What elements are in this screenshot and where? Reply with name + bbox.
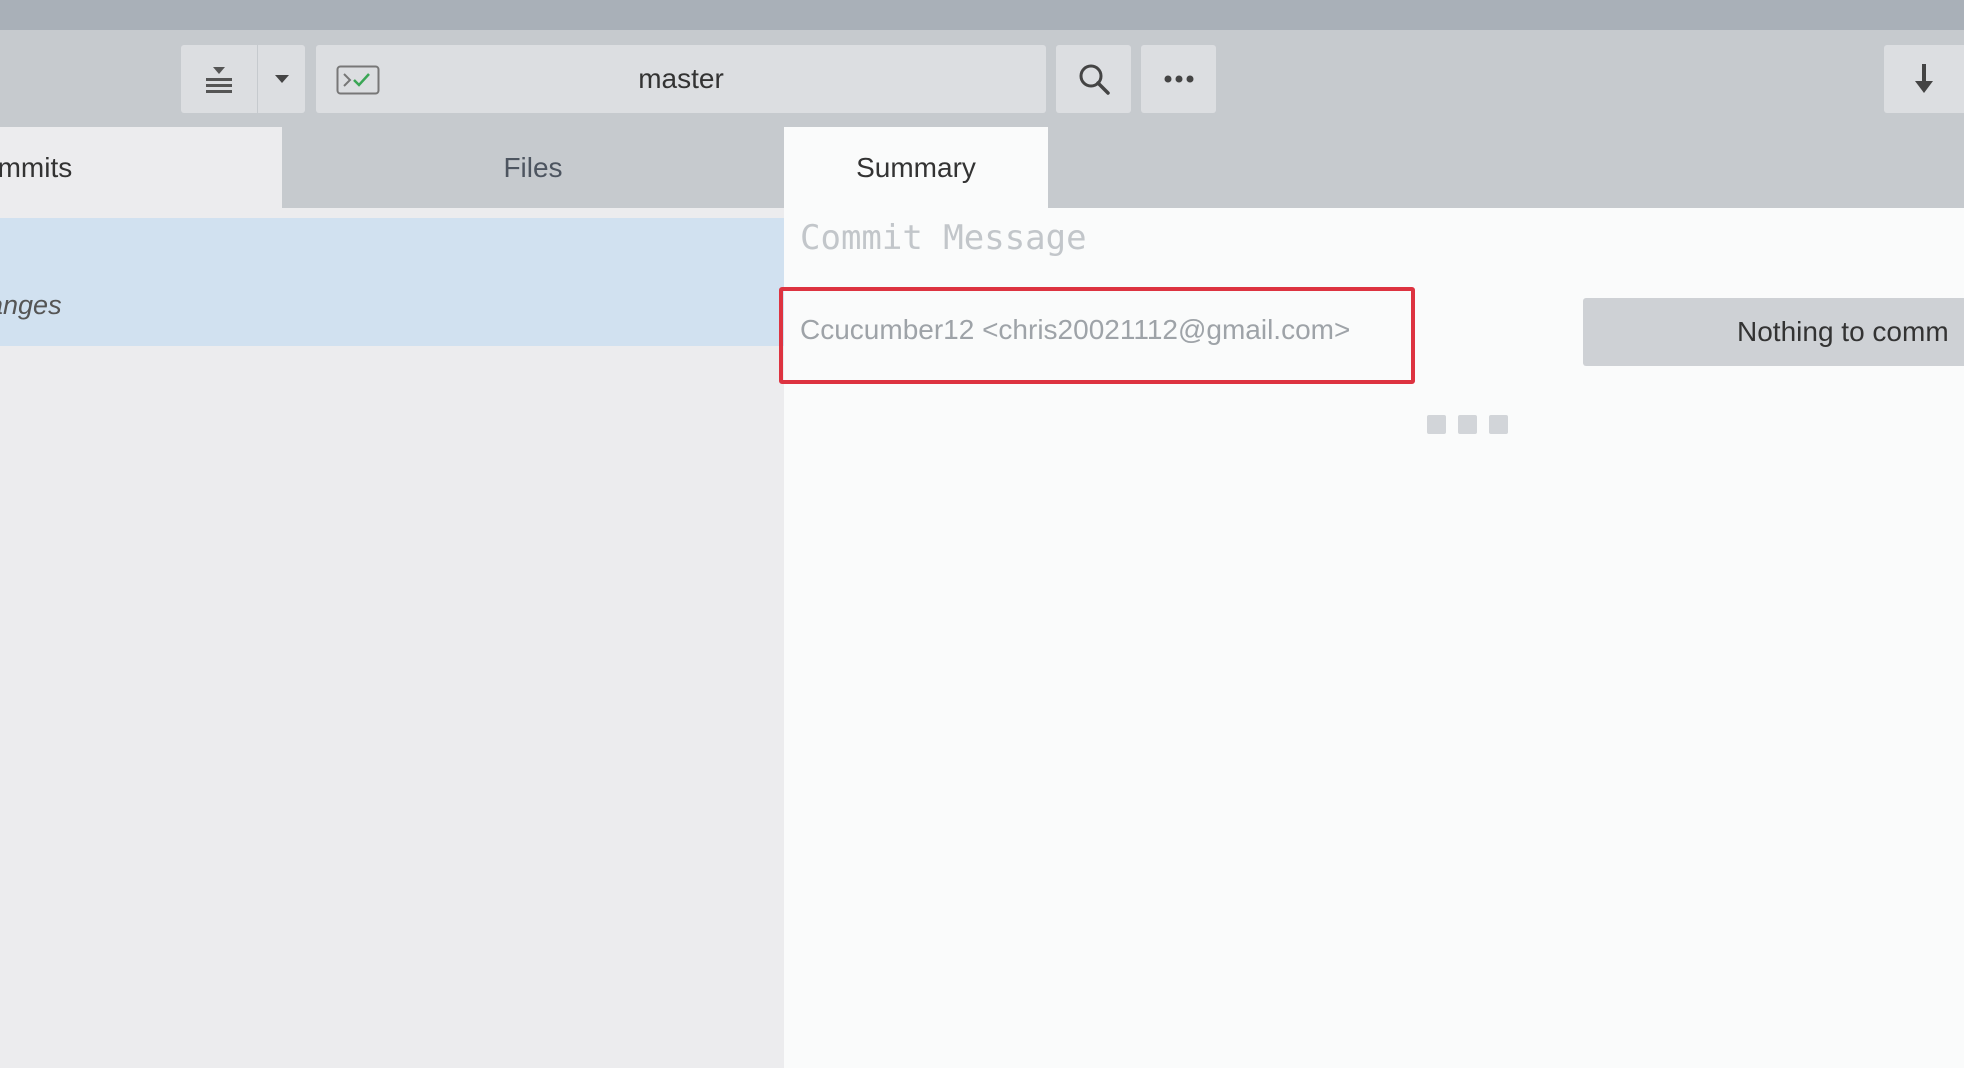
tab-files-label: Files bbox=[503, 151, 563, 183]
commit-button-label: Nothing to comm bbox=[1737, 316, 1949, 347]
loading-indicator bbox=[1427, 415, 1508, 434]
list-item-subtitle: anges bbox=[0, 290, 62, 320]
arrow-down-icon bbox=[1915, 64, 1933, 93]
toolbar: master bbox=[0, 30, 1964, 127]
tab-summary[interactable]: Summary bbox=[784, 127, 1048, 208]
search-button[interactable] bbox=[1056, 45, 1131, 113]
commit-button[interactable]: Nothing to comm bbox=[1583, 298, 1964, 366]
more-icon bbox=[1164, 75, 1193, 83]
commit-button-wrap: Nothing to comm bbox=[1583, 298, 1964, 366]
tab-files[interactable]: Files bbox=[282, 127, 784, 208]
search-icon bbox=[1079, 64, 1110, 95]
tab-summary-label: Summary bbox=[856, 151, 976, 183]
loading-dot bbox=[1489, 415, 1508, 434]
loading-dot bbox=[1458, 415, 1477, 434]
chevron-down-icon bbox=[274, 75, 289, 83]
loading-dot bbox=[1427, 415, 1446, 434]
more-button[interactable] bbox=[1141, 45, 1216, 113]
author-field[interactable]: Ccucumber12 <chris20021112@gmail.com> bbox=[800, 314, 1350, 346]
branch-name: master bbox=[638, 63, 724, 94]
list-item-selected[interactable]: s anges bbox=[0, 218, 784, 346]
pull-button[interactable] bbox=[1884, 45, 1964, 113]
stash-button[interactable] bbox=[181, 45, 257, 113]
commit-message-input[interactable]: Commit Message bbox=[800, 218, 1087, 258]
stash-icon bbox=[206, 67, 232, 93]
title-bar bbox=[0, 0, 1964, 30]
tab-commits-label: ommits bbox=[0, 151, 73, 183]
stash-dropdown-button[interactable] bbox=[258, 45, 305, 113]
tab-commits[interactable]: ommits bbox=[0, 127, 282, 208]
branch-selector[interactable]: master bbox=[316, 45, 1046, 113]
